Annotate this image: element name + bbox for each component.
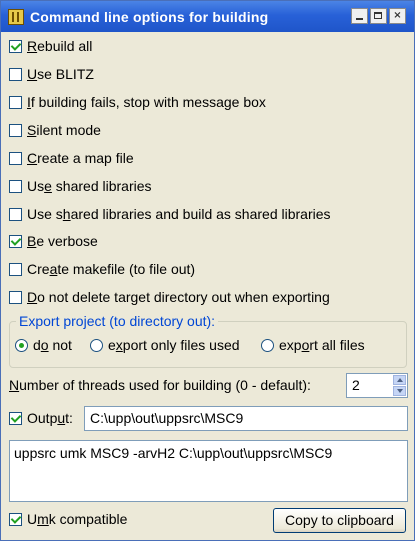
checkbox-icon[interactable] [9,179,22,193]
checkbox-icon[interactable] [9,262,22,276]
checkbox-icon[interactable] [9,151,22,165]
build-as-shared-libraries-checkbox[interactable]: Use shared libraries and build as shared… [9,205,331,223]
output-label: Output: [27,410,73,426]
export-only-files-used-radio[interactable]: export only files used [90,337,240,353]
threads-value[interactable]: 2 [352,377,360,393]
spin-down-arrow-icon[interactable] [393,386,406,396]
option-label: Use shared libraries and build as shared… [27,206,331,222]
app-icon [8,8,24,25]
output-checkbox[interactable]: Output: [9,409,73,427]
spin-up-arrow-icon[interactable] [393,375,406,385]
checkbox-icon[interactable] [9,234,22,248]
radio-label: do not [33,337,72,353]
option-label: Use shared libraries [27,178,152,194]
create-makefile-checkbox[interactable]: Create makefile (to file out) [9,260,195,278]
umk-label: Umk compatible [27,511,128,527]
option-label: Be verbose [27,233,98,249]
command-line-area[interactable]: uppsrc umk MSC9 -arvH2 C:\upp\out\uppsrc… [9,440,408,502]
option-label: Do not delete target directory out when … [27,289,330,305]
checkbox-icon[interactable] [9,39,22,53]
checkbox-icon[interactable] [9,67,22,81]
checkbox-icon[interactable] [9,123,22,137]
create-map-file-checkbox[interactable]: Create a map file [9,149,134,167]
checkbox-icon[interactable] [9,411,22,425]
silent-mode-checkbox[interactable]: Silent mode [9,121,101,139]
build-options-window: Command line options for building × Rebu… [0,0,415,541]
export-group-legend: Export project (to directory out): [16,313,219,329]
maximize-button[interactable] [370,8,387,24]
copy-to-clipboard-button[interactable]: Copy to clipboard [273,508,406,533]
radio-label: export all files [279,337,365,353]
radio-icon[interactable] [15,338,28,352]
option-label: Use BLITZ [27,66,94,82]
do-not-delete-target-checkbox[interactable]: Do not delete target directory out when … [9,288,330,306]
umk-compatible-checkbox[interactable]: Umk compatible [9,510,127,528]
threads-label: Number of threads used for building (0 -… [9,377,311,393]
option-label: Silent mode [27,122,101,138]
be-verbose-checkbox[interactable]: Be verbose [9,232,98,250]
checkbox-icon[interactable] [9,95,22,109]
window-controls: × [351,8,406,24]
output-path-field[interactable]: C:\upp\out\uppsrc\MSC9 [84,406,408,431]
threads-spinner[interactable]: 2 [346,373,408,398]
checkbox-icon[interactable] [9,207,22,221]
close-icon: × [393,10,402,21]
use-shared-libraries-checkbox[interactable]: Use shared libraries [9,177,152,195]
export-all-files-radio[interactable]: export all files [261,337,365,353]
radio-icon[interactable] [90,338,103,352]
use-blitz-checkbox[interactable]: Use BLITZ [9,65,94,83]
option-label: If building fails, stop with message box [27,94,266,110]
close-button[interactable]: × [389,8,406,24]
title-bar[interactable]: Command line options for building × [1,1,414,32]
export-project-group: Export project (to directory out): do no… [9,313,407,368]
spinner-arrows [393,375,406,396]
radio-icon[interactable] [261,338,274,352]
option-label: Rebuild all [27,38,93,54]
checkbox-icon[interactable] [9,512,22,526]
minimize-button[interactable] [351,8,368,24]
rebuild-all-checkbox[interactable]: Rebuild all [9,37,92,55]
checkbox-icon[interactable] [9,290,22,304]
window-title: Command line options for building [30,8,269,25]
export-do-not-radio[interactable]: do not [15,337,72,353]
radio-label: export only files used [108,337,240,353]
option-label: Create makefile (to file out) [27,261,196,277]
stop-with-message-box-checkbox[interactable]: If building fails, stop with message box [9,93,266,111]
option-label: Create a map file [27,150,134,166]
